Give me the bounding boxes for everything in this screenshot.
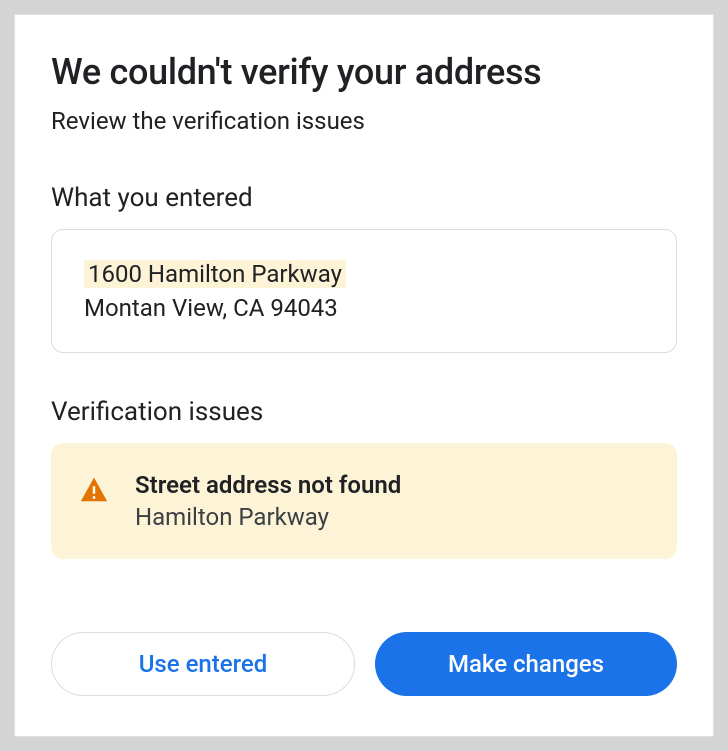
verification-issues-section: Verification issues Street address not f… [51,397,677,559]
button-row: Use entered Make changes [51,632,677,696]
issues-heading: Verification issues [51,397,677,427]
issue-title: Street address not found [135,471,649,499]
entered-heading: What you entered [51,183,677,213]
issue-card: Street address not found Hamilton Parkwa… [51,443,677,559]
address-verification-dialog: We couldn't verify your address Review t… [14,14,714,737]
entered-address-line2: Montan View, CA 94043 [84,294,644,322]
issue-detail: Hamilton Parkway [135,503,649,531]
entered-address-card: 1600 Hamilton Parkway Montan View, CA 94… [51,229,677,353]
make-changes-button[interactable]: Make changes [375,632,677,696]
use-entered-button[interactable]: Use entered [51,632,355,696]
issue-text: Street address not found Hamilton Parkwa… [135,471,649,531]
dialog-subtitle: Review the verification issues [51,107,677,135]
entered-address-line1: 1600 Hamilton Parkway [84,260,346,288]
warning-icon [79,475,109,505]
dialog-title: We couldn't verify your address [51,51,677,93]
